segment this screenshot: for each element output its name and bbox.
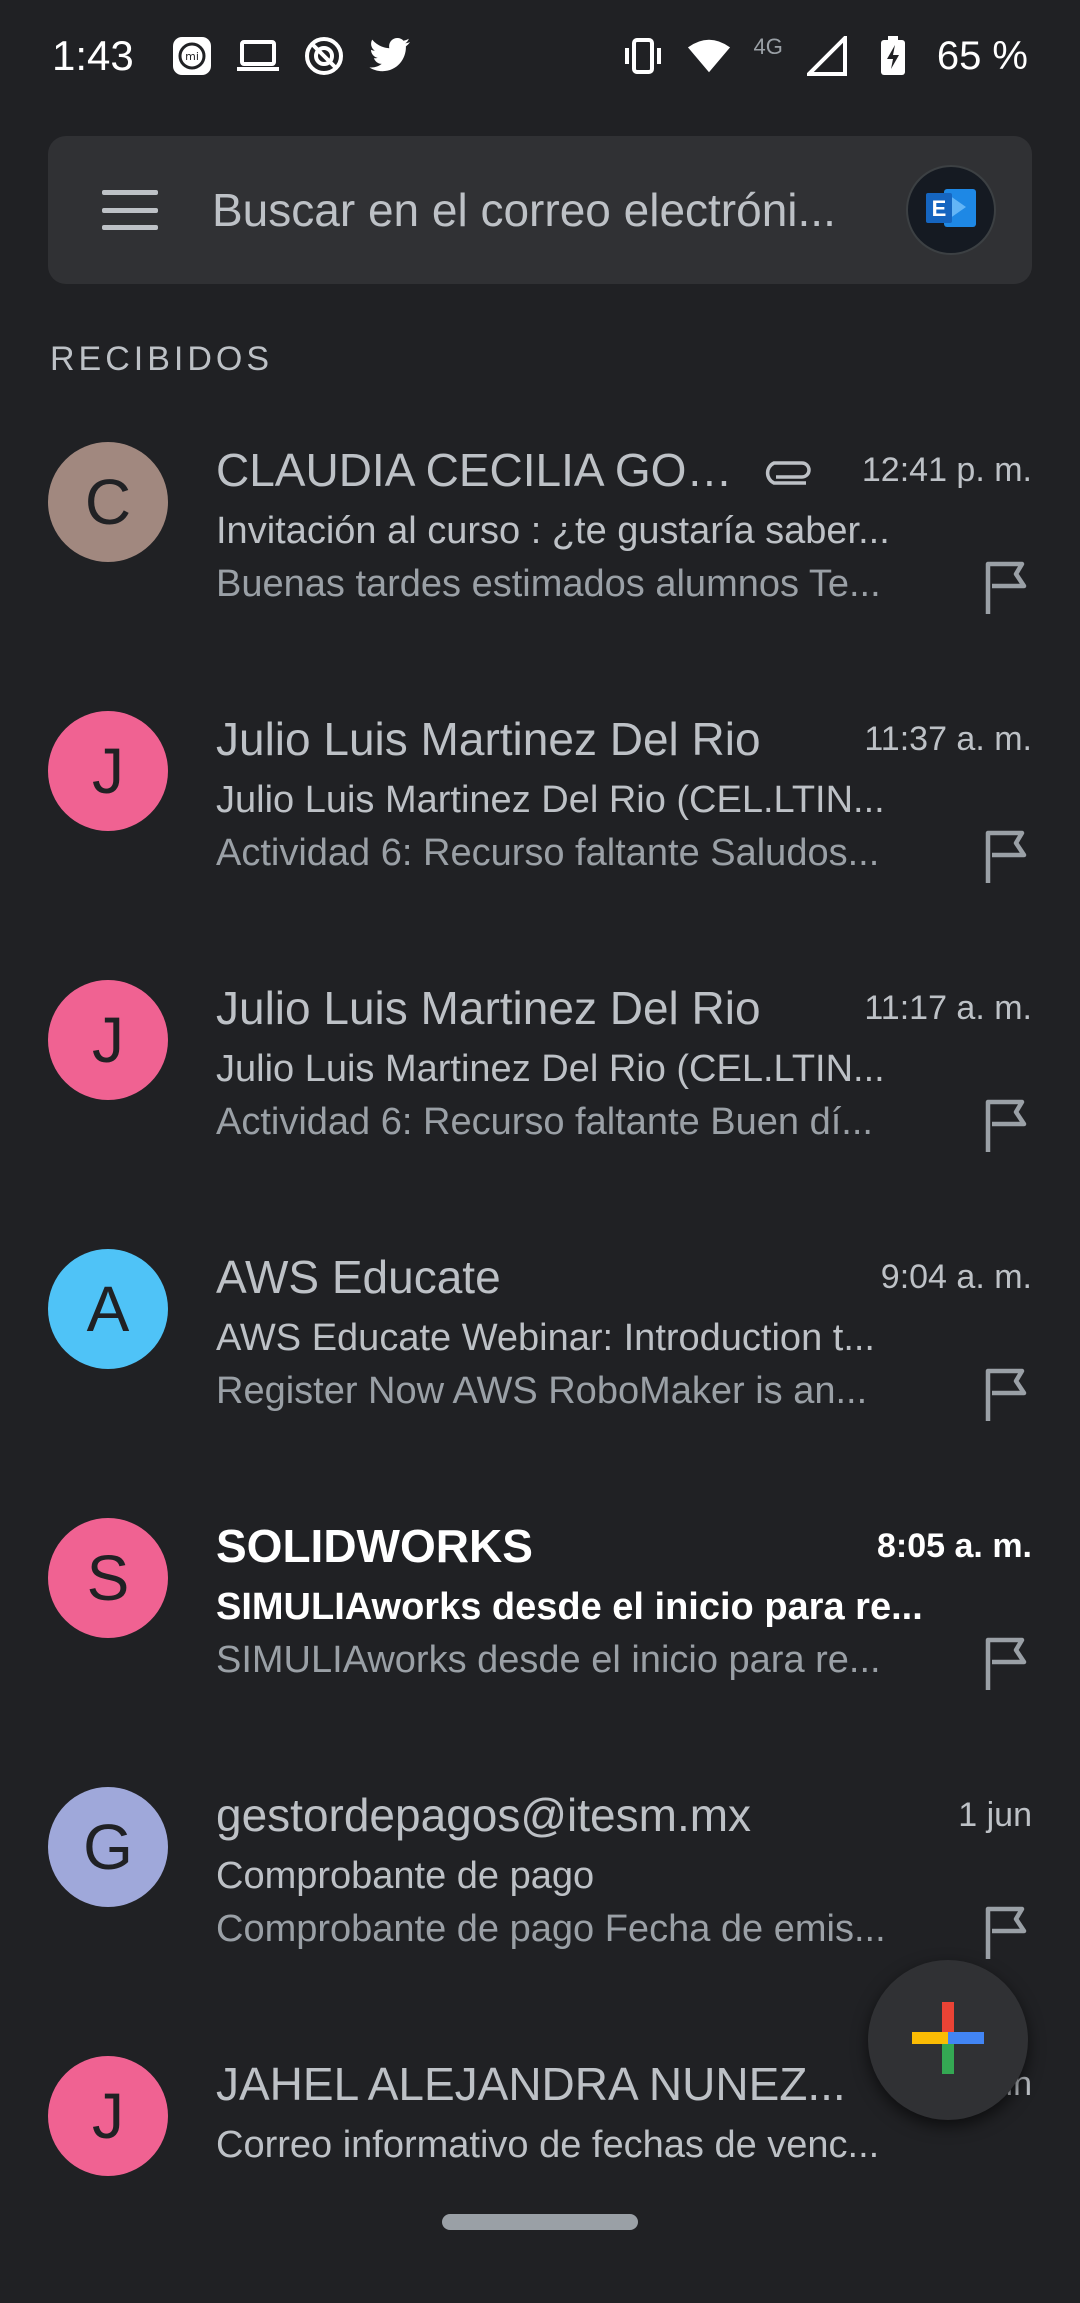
hamburger-menu-icon[interactable] (102, 190, 158, 230)
email-header-line: Julio Luis Martinez Del Rio 11:17 a. m. (216, 978, 1032, 1038)
status-bar-left: 1:43 mi (52, 32, 412, 80)
section-label-inbox: RECIBIDOS (50, 340, 274, 378)
status-time: 1:43 (52, 32, 134, 79)
flag-icon[interactable] (982, 1636, 1030, 1692)
email-row[interactable]: S SOLIDWORKS 8:05 a. m. SIMULIAworks desde … (0, 1496, 1080, 1765)
email-sender: Julio Luis Martinez Del Rio (216, 713, 761, 765)
email-content: gestordepagos@itesm.mx 1 jun Comprobante d… (216, 1785, 1032, 1951)
status-bar-right: 4G 65 % (621, 34, 1028, 79)
laptop-icon (236, 34, 280, 78)
mi-icon: mi (170, 34, 214, 78)
email-row[interactable]: C CLAUDIA CECILIA GON... 12:41 p. m. Invita… (0, 420, 1080, 689)
email-subject: SIMULIAworks desde el inicio para re... (216, 1586, 923, 1628)
account-avatar[interactable]: E (906, 165, 996, 255)
email-content: SOLIDWORKS 8:05 a. m. SIMULIAworks desde e… (216, 1516, 1032, 1682)
exchange-icon: E (922, 183, 980, 238)
email-content: AWS Educate 9:04 a. m. AWS Educate Webinar… (216, 1247, 1032, 1413)
sender-avatar[interactable]: J (48, 2056, 168, 2176)
email-row[interactable]: J Julio Luis Martinez Del Rio 11:17 a. m. J… (0, 958, 1080, 1227)
gesture-nav-handle[interactable] (442, 2214, 638, 2230)
email-subject: Julio Luis Martinez Del Rio (CEL.LTIN... (216, 779, 885, 821)
email-time: 11:37 a. m. (864, 719, 1032, 758)
wifi-icon (687, 34, 731, 78)
vibrate-icon (621, 34, 665, 78)
email-time: 1 jun (958, 1795, 1032, 1834)
email-row[interactable]: A AWS Educate 9:04 a. m. AWS Educate Webina… (0, 1227, 1080, 1496)
email-snippet: Buenas tardes estimados alumnos Te... (216, 563, 881, 605)
sender-avatar[interactable]: S (48, 1518, 168, 1638)
email-subject: Correo informativo de fechas de venc... (216, 2124, 880, 2166)
twitter-icon (368, 34, 412, 78)
signal-icon (805, 34, 849, 78)
email-snippet: SIMULIAworks desde el inicio para re... (216, 1639, 881, 1681)
compose-plus-icon (910, 2000, 986, 2081)
email-header-line: SOLIDWORKS 8:05 a. m. (216, 1516, 1032, 1576)
email-sender: JAHEL ALEJANDRA NUNEZ... (216, 2058, 846, 2110)
email-snippet: Actividad 6: Recurso faltante Saludos... (216, 832, 880, 874)
email-time: 11:17 a. m. (864, 988, 1032, 1027)
attachment-icon (765, 461, 811, 485)
email-header-line: CLAUDIA CECILIA GON... 12:41 p. m. (216, 440, 1032, 500)
sender-avatar[interactable]: J (48, 711, 168, 831)
email-content: Julio Luis Martinez Del Rio 11:37 a. m. Ju… (216, 709, 1032, 875)
search-input[interactable]: Buscar en el correo electróni... (212, 183, 876, 237)
email-subject: Julio Luis Martinez Del Rio (CEL.LTIN... (216, 1048, 885, 1090)
email-header-line: Julio Luis Martinez Del Rio 11:37 a. m. (216, 709, 1032, 769)
svg-text:mi: mi (185, 50, 199, 63)
compose-button[interactable] (868, 1960, 1028, 2120)
email-row[interactable]: J Julio Luis Martinez Del Rio 11:37 a. m. J… (0, 689, 1080, 958)
network-type-label: 4G (753, 34, 783, 59)
email-snippet: Register Now AWS RoboMaker is an... (216, 1370, 868, 1412)
svg-text:E: E (932, 196, 947, 221)
sender-avatar[interactable]: A (48, 1249, 168, 1369)
email-header-line: AWS Educate 9:04 a. m. (216, 1247, 1032, 1307)
battery-icon (871, 34, 915, 78)
sender-avatar[interactable]: G (48, 1787, 168, 1907)
email-sender: SOLIDWORKS (216, 1520, 533, 1572)
battery-percentage: 65 % (936, 33, 1028, 78)
email-sender: CLAUDIA CECILIA GON... (216, 444, 742, 496)
search-bar[interactable]: Buscar en el correo electróni... E (48, 136, 1032, 284)
sender-avatar[interactable]: C (48, 442, 168, 562)
email-subject: Comprobante de pago (216, 1855, 595, 1897)
email-time: 8:05 a. m. (877, 1526, 1032, 1565)
email-time: 9:04 a. m. (880, 1257, 1032, 1296)
flag-icon[interactable] (982, 1098, 1030, 1154)
sync-icon (302, 34, 346, 78)
email-subject: Invitación al curso : ¿te gustaría saber… (216, 510, 890, 552)
sender-avatar[interactable]: J (48, 980, 168, 1100)
email-header-line: gestordepagos@itesm.mx 1 jun (216, 1785, 1032, 1845)
flag-icon[interactable] (982, 829, 1030, 885)
email-sender: Julio Luis Martinez Del Rio (216, 982, 761, 1034)
email-snippet: Comprobante de pago Fecha de emis... (216, 1908, 886, 1950)
email-sender: gestordepagos@itesm.mx (216, 1789, 752, 1841)
email-time: 12:41 p. m. (861, 450, 1032, 489)
email-snippet: Actividad 6: Recurso faltante Buen dí... (216, 1101, 873, 1143)
status-bar: 1:43 mi 4G 65 % (0, 0, 1080, 112)
email-subject: AWS Educate Webinar: Introduction t... (216, 1317, 875, 1359)
email-content: CLAUDIA CECILIA GON... 12:41 p. m. Invitac… (216, 440, 1032, 606)
email-content: Julio Luis Martinez Del Rio 11:17 a. m. Ju… (216, 978, 1032, 1144)
flag-icon[interactable] (982, 1905, 1030, 1961)
email-sender: AWS Educate (216, 1251, 501, 1303)
flag-icon[interactable] (982, 560, 1030, 616)
flag-icon[interactable] (982, 1367, 1030, 1423)
